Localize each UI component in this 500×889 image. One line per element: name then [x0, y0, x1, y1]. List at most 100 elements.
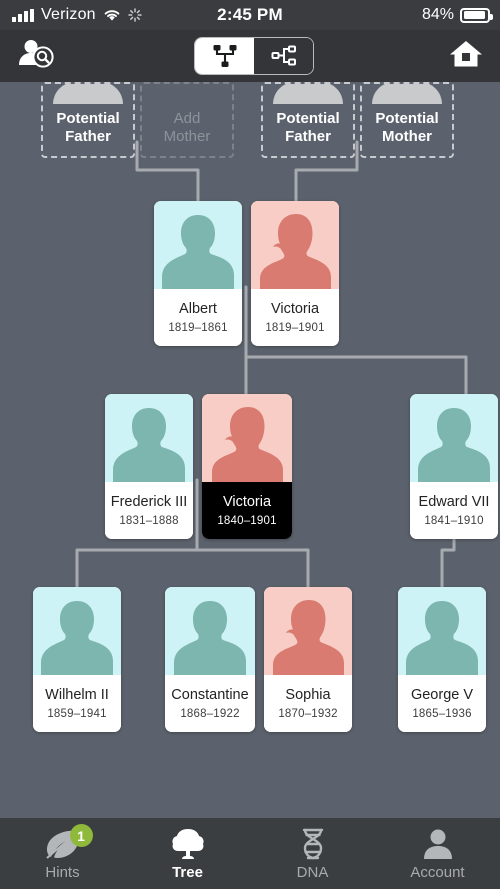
status-bar-right: 84% [422, 6, 500, 24]
person-info: Victoria 1840–1901 [202, 482, 292, 539]
app-screen: Verizon 2:45 PM 84% Potential Father Add… [0, 0, 500, 889]
status-bar: Verizon 2:45 PM 84% [0, 0, 500, 30]
placeholder-label-2: Father [285, 128, 331, 146]
family-tree-icon [271, 45, 296, 66]
person-photo [165, 587, 255, 675]
person-search-icon[interactable] [16, 37, 60, 76]
placeholder-label-2: Mother [163, 128, 211, 146]
person-dates: 1859–1941 [47, 708, 107, 720]
person-photo [251, 201, 339, 289]
male-silhouette-icon [406, 601, 478, 675]
person-name: Edward VII [418, 494, 490, 510]
person-card[interactable]: Edward VII 1841–1910 [410, 394, 498, 539]
placeholder-avatar [152, 84, 222, 104]
person-card[interactable]: Constantine 1868–1922 [165, 587, 255, 732]
person-dates: 1819–1901 [265, 322, 325, 334]
person-name: Sophia [285, 687, 331, 703]
person-card[interactable]: Sophia 1870–1932 [264, 587, 352, 732]
placeholder-avatar [273, 84, 343, 104]
tab-dna[interactable]: DNA [250, 818, 375, 889]
person-info: Sophia 1870–1932 [264, 675, 352, 732]
male-silhouette-icon [113, 408, 185, 482]
person-info: Frederick III 1831–1888 [105, 482, 193, 539]
tab-icon [171, 826, 205, 860]
tab-icon [422, 826, 454, 860]
battery-percent-label: 84% [421, 6, 454, 23]
pedigree-view-tab[interactable] [195, 38, 254, 74]
battery-icon [460, 7, 493, 23]
person-dates: 1841–1910 [424, 515, 484, 527]
view-toggle[interactable] [194, 37, 314, 75]
add-person-placeholder[interactable]: Add Mother [140, 82, 234, 158]
person-name: Albert [179, 301, 217, 317]
person-photo [154, 201, 242, 289]
person-dates: 1868–1922 [180, 708, 240, 720]
person-name: Wilhelm II [45, 687, 109, 703]
person-photo [105, 394, 193, 482]
person-name: Victoria [222, 494, 272, 510]
placeholder-label: Add [173, 110, 201, 127]
person-card[interactable]: Victoria 1840–1901 [202, 394, 292, 539]
tab-label: Account [410, 864, 465, 881]
tab-label: DNA [296, 864, 329, 881]
person-name: Victoria [270, 301, 320, 317]
person-photo [264, 587, 352, 675]
female-silhouette-icon [260, 214, 331, 289]
tab-account[interactable]: Account [375, 818, 500, 889]
person-info: Constantine 1868–1922 [165, 675, 255, 732]
person-icon [423, 829, 452, 859]
person-name: Frederick III [110, 494, 188, 510]
placeholder-label: Potential [276, 110, 340, 127]
hints-badge: 1 [69, 824, 93, 847]
tab-icon [298, 826, 328, 860]
person-info: Wilhelm II 1859–1941 [33, 675, 121, 732]
person-photo [202, 394, 292, 482]
person-photo [410, 394, 498, 482]
bottom-tab-bar: 1 Hints Tree DNA Account [0, 818, 500, 889]
tab-label: Hints [45, 864, 80, 881]
nav-bar [0, 30, 500, 82]
male-silhouette-icon [162, 215, 234, 289]
person-card[interactable]: George V 1865–1936 [398, 587, 486, 732]
tree-icon [171, 829, 204, 859]
placeholder-avatar [53, 84, 123, 104]
dna-icon [302, 828, 323, 860]
person-card[interactable]: Wilhelm II 1859–1941 [33, 587, 121, 732]
tab-tree[interactable]: Tree [125, 818, 250, 889]
pedigree-tree-icon [213, 45, 236, 67]
male-silhouette-icon [418, 408, 490, 482]
person-dates: 1831–1888 [119, 515, 179, 527]
placeholder-label-2: Mother [382, 128, 432, 146]
placeholder-label: Potential [375, 110, 439, 127]
person-info: Edward VII 1841–1910 [410, 482, 498, 539]
person-dates: 1865–1936 [412, 708, 472, 720]
male-silhouette-icon [41, 601, 113, 675]
tab-icon: 1 [43, 824, 93, 860]
tab-hints[interactable]: 1 Hints [0, 818, 125, 889]
person-card[interactable]: Albert 1819–1861 [154, 201, 242, 346]
female-silhouette-icon [212, 407, 283, 482]
placeholder-avatar [372, 84, 442, 104]
person-card[interactable]: Frederick III 1831–1888 [105, 394, 193, 539]
person-info: George V 1865–1936 [398, 675, 486, 732]
person-info: Albert 1819–1861 [154, 289, 242, 346]
potential-person-card[interactable]: Potential Father [261, 82, 355, 158]
male-silhouette-icon [174, 601, 246, 675]
tab-label: Tree [172, 864, 203, 881]
home-icon[interactable] [448, 38, 484, 75]
person-photo [398, 587, 486, 675]
placeholder-label: Potential [56, 110, 120, 127]
person-photo [33, 587, 121, 675]
female-silhouette-icon [273, 600, 344, 675]
person-name: George V [410, 687, 474, 703]
tree-canvas[interactable]: Potential Father Add Mother Potential Father P… [0, 82, 500, 818]
person-dates: 1819–1861 [168, 322, 228, 334]
family-view-tab[interactable] [254, 38, 313, 74]
potential-person-card[interactable]: Potential Mother [360, 82, 454, 158]
person-card[interactable]: Victoria 1819–1901 [251, 201, 339, 346]
person-name: Constantine [171, 687, 249, 703]
person-info: Victoria 1819–1901 [251, 289, 339, 346]
potential-person-card[interactable]: Potential Father [41, 82, 135, 158]
person-dates: 1840–1901 [217, 515, 277, 527]
placeholder-label-2: Father [65, 128, 111, 146]
